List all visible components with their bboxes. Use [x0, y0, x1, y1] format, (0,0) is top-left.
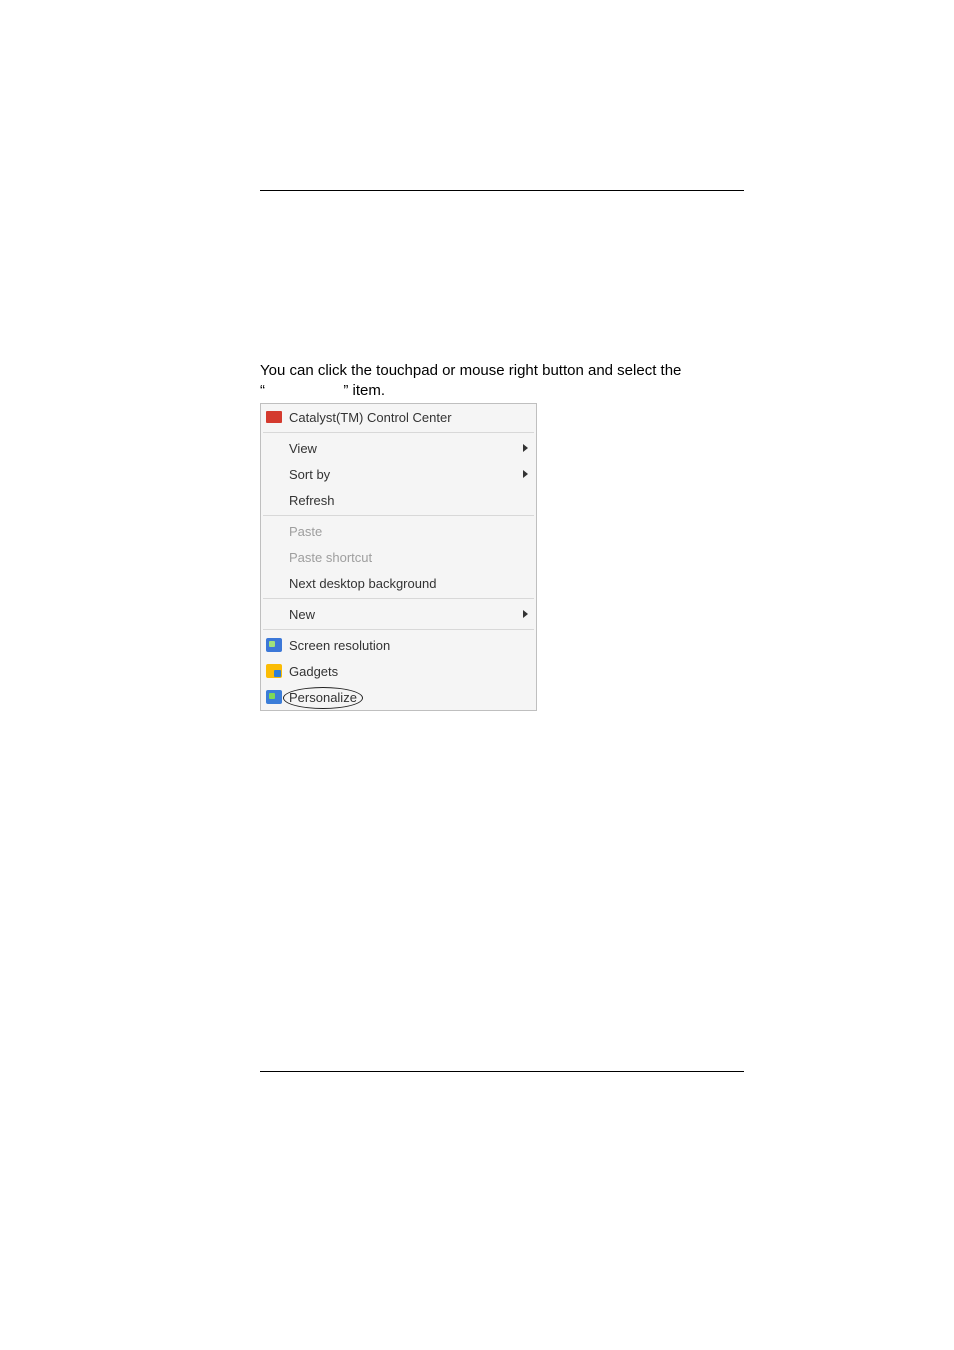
instruction-quote-close: ” item.	[343, 382, 385, 399]
menu-item-label: New	[289, 607, 517, 622]
gadgets-icon	[265, 662, 283, 680]
chevron-right-icon	[523, 444, 528, 452]
menu-item-label: Sort by	[289, 467, 517, 482]
menu-item-next-background[interactable]: Next desktop background	[261, 570, 536, 596]
menu-item-view[interactable]: View	[261, 435, 536, 461]
menu-item-new[interactable]: New	[261, 601, 536, 627]
menu-separator	[263, 515, 534, 516]
menu-item-label: Gadgets	[289, 664, 528, 679]
blank-icon	[265, 522, 283, 540]
menu-item-screen-resolution[interactable]: Screen resolution	[261, 632, 536, 658]
blank-icon	[265, 548, 283, 566]
menu-item-gadgets[interactable]: Gadgets	[261, 658, 536, 684]
chevron-right-icon	[523, 470, 528, 478]
instruction-line1: You can click the touchpad or mouse righ…	[260, 362, 681, 379]
menu-separator	[263, 598, 534, 599]
menu-item-personalize[interactable]: Personalize	[261, 684, 536, 710]
menu-item-label: Screen resolution	[289, 638, 528, 653]
blank-icon	[265, 439, 283, 457]
menu-separator	[263, 629, 534, 630]
blank-icon	[265, 491, 283, 509]
menu-item-catalyst[interactable]: Catalyst(TM) Control Center	[261, 404, 536, 430]
menu-item-label: View	[289, 441, 517, 456]
blank-icon	[265, 574, 283, 592]
personalize-icon	[265, 688, 283, 706]
ati-icon	[265, 408, 283, 426]
menu-item-refresh[interactable]: Refresh	[261, 487, 536, 513]
menu-item-label: Personalize	[289, 690, 528, 705]
menu-item-label: Paste	[289, 524, 528, 539]
menu-item-label: Next desktop background	[289, 576, 528, 591]
instruction-text: You can click the touchpad or mouse righ…	[260, 361, 744, 401]
blank-icon	[265, 465, 283, 483]
menu-item-sortby[interactable]: Sort by	[261, 461, 536, 487]
menu-separator	[263, 432, 534, 433]
chevron-right-icon	[523, 610, 528, 618]
blank-icon	[265, 605, 283, 623]
menu-item-label: Paste shortcut	[289, 550, 528, 565]
desktop-context-menu: Catalyst(TM) Control Center View Sort by…	[260, 403, 537, 711]
menu-item-paste-shortcut: Paste shortcut	[261, 544, 536, 570]
instruction-quote-open: “	[260, 382, 265, 399]
menu-item-paste: Paste	[261, 518, 536, 544]
menu-item-label: Refresh	[289, 493, 528, 508]
bottom-rule	[260, 1071, 744, 1072]
top-rule	[260, 190, 744, 191]
menu-item-label: Catalyst(TM) Control Center	[289, 410, 528, 425]
screenres-icon	[265, 636, 283, 654]
